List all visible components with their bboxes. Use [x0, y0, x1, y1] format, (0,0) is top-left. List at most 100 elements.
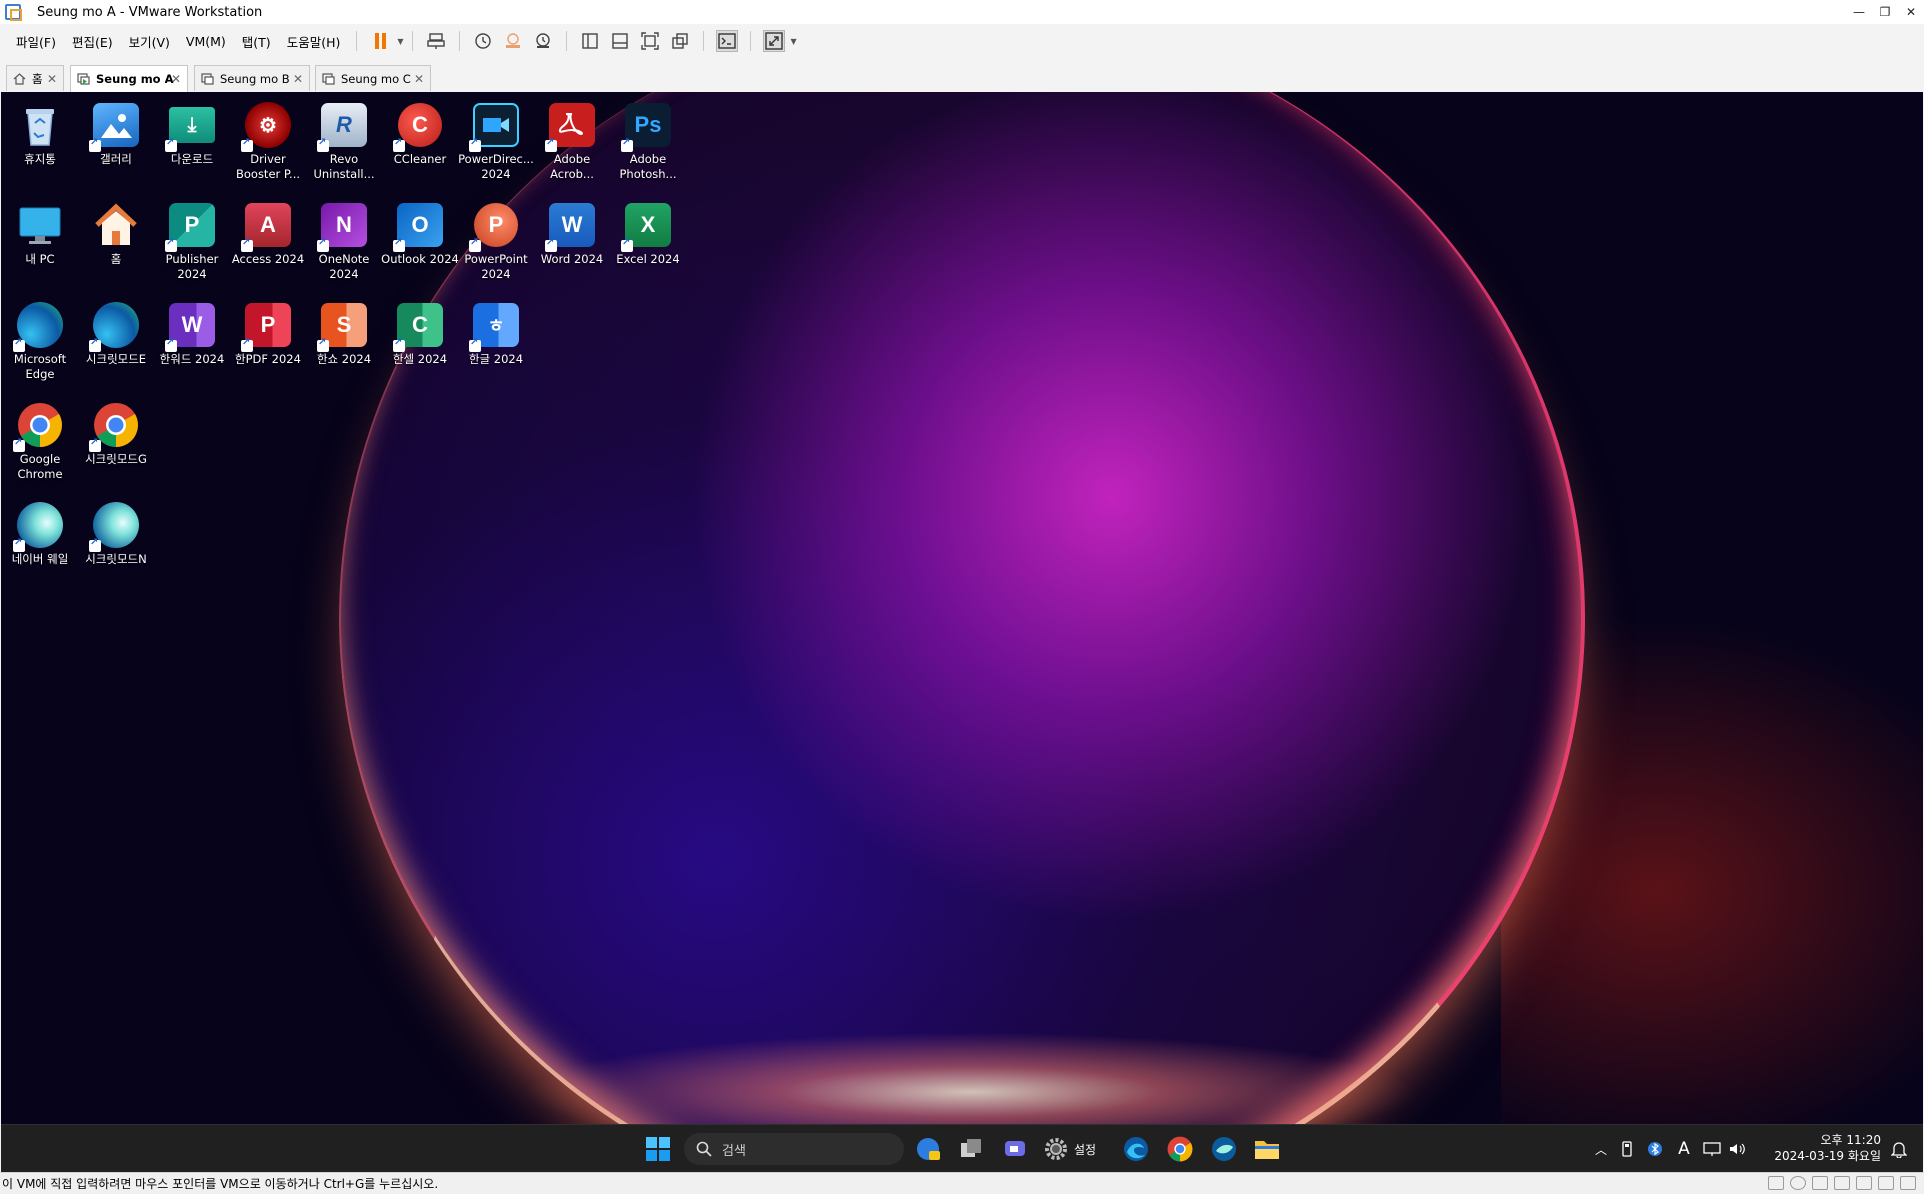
desktop-icon-hanpdf[interactable]: P 한PDF 2024 — [230, 300, 306, 367]
show-library-button[interactable] — [579, 30, 601, 52]
network-adapter-icon[interactable] — [1812, 1176, 1828, 1190]
hard-disk-icon[interactable] — [1768, 1176, 1784, 1190]
vm-guest-display[interactable]: 휴지통 갤러리 ⤓ 다운로드 ⚙ Driver Booster P... R R… — [1, 92, 1923, 1124]
taskbar-whale-button[interactable] — [1208, 1133, 1240, 1165]
menu-view[interactable]: 보기(V) — [129, 32, 170, 51]
menu-edit[interactable]: 편집(E) — [72, 32, 113, 51]
desktop-icon-revo-uninstaller[interactable]: R Revo Uninstall... — [306, 100, 382, 182]
unity-button[interactable] — [669, 30, 691, 52]
tab-home[interactable]: 홈 ✕ — [6, 65, 64, 91]
tab-close-icon[interactable]: ✕ — [414, 72, 424, 86]
start-button[interactable] — [642, 1133, 674, 1165]
desktop-icon-label: 갤러리 — [100, 152, 132, 166]
desktop-icon-outlook[interactable]: O Outlook 2024 — [381, 200, 459, 267]
taskbar-chrome-button[interactable] — [1164, 1133, 1196, 1165]
display-icon[interactable] — [1878, 1176, 1894, 1190]
desktop-icon-naver-whale[interactable]: 네이버 웨일 — [2, 500, 78, 567]
close-button[interactable]: ✕ — [1898, 0, 1924, 24]
desktop-icon-powerpoint[interactable]: P PowerPoint 2024 — [458, 200, 534, 282]
desktop-icon-home[interactable]: 홈 — [78, 200, 154, 267]
desktop-icon-this-pc[interactable]: 내 PC — [2, 200, 78, 267]
desktop-icon-adobe-acrobat[interactable]: Adobe Acrob... — [534, 100, 610, 182]
desktop-icon-ccleaner[interactable]: C CCleaner — [382, 100, 458, 167]
menu-vm[interactable]: VM(M) — [186, 34, 226, 49]
stretch-dropdown-icon[interactable]: ▼ — [791, 37, 797, 46]
suspend-dropdown-icon[interactable]: ▼ — [397, 37, 403, 46]
tab-close-icon[interactable]: ✕ — [47, 72, 57, 86]
desktop-icon-label: PowerPoint 2024 — [464, 252, 528, 281]
title-bar: Seung mo A - VMware Workstation — ❐ ✕ — [0, 0, 1924, 24]
menu-toolbar: 파일(F) 편집(E) 보기(V) VM(M) 탭(T) 도움말(H) ▼ ▼ — [0, 24, 1924, 58]
desktop-icon-publisher[interactable]: P Publisher 2024 — [154, 200, 230, 282]
message-log-icon[interactable] — [1900, 1176, 1916, 1190]
task-view-button[interactable] — [955, 1133, 987, 1165]
desktop-icon-word[interactable]: W Word 2024 — [534, 200, 610, 267]
window-controls: — ❐ ✕ — [1846, 0, 1924, 24]
desktop-icon-recycle-bin[interactable]: 휴지통 — [2, 100, 78, 167]
console-view-button[interactable] — [715, 30, 738, 52]
sound-card-icon[interactable] — [1856, 1176, 1872, 1190]
desktop-icon-hangul[interactable]: ㅎ 한글 2024 — [458, 300, 534, 367]
snapshot-manager-button[interactable] — [532, 30, 554, 52]
desktop-icon-label: PowerDirec... 2024 — [458, 152, 534, 181]
send-ctrl-alt-del-button[interactable] — [425, 30, 447, 52]
notification-bell-button[interactable] — [1883, 1133, 1915, 1165]
hanshow-icon: S — [317, 300, 369, 352]
ime-indicator[interactable]: A — [1669, 1139, 1699, 1159]
tab-close-icon[interactable]: ✕ — [171, 72, 181, 86]
desktop-icon-hanword[interactable]: W 한워드 2024 — [154, 300, 230, 367]
teams-chat-button[interactable] — [999, 1133, 1031, 1165]
volume-icon[interactable] — [1725, 1141, 1749, 1157]
show-hidden-icons-chevron-up-icon[interactable]: ︿ — [1589, 1141, 1613, 1158]
desktop-icon-hancell[interactable]: C 한셀 2024 — [382, 300, 458, 367]
thumbnail-bar-button[interactable] — [609, 30, 631, 52]
usb-device-icon[interactable] — [1613, 1141, 1641, 1157]
taskbar-clock[interactable]: 오후 11:20 2024-03-19 화요일 — [1774, 1132, 1881, 1164]
desktop-icon-access[interactable]: A Access 2024 — [230, 200, 306, 267]
revert-snapshot-button[interactable] — [502, 30, 524, 52]
full-screen-button[interactable] — [639, 30, 661, 52]
revert-snapshot-icon — [505, 33, 520, 48]
pause-icon — [374, 33, 386, 49]
cd-dvd-icon[interactable] — [1790, 1176, 1806, 1190]
vm-icon — [201, 72, 214, 85]
desktop-icon-secret-mode-chrome[interactable]: 시크릿모드G — [78, 400, 154, 467]
stretch-guest-button[interactable] — [762, 30, 785, 52]
suspend-button[interactable] — [369, 30, 391, 52]
menu-file[interactable]: 파일(F) — [16, 32, 56, 51]
tab-seung-mo-b[interactable]: Seung mo B ✕ — [194, 65, 310, 91]
taskbar-copilot-button[interactable] — [912, 1133, 944, 1165]
menu-help[interactable]: 도움말(H) — [287, 32, 341, 51]
desktop-icon-hanshow[interactable]: S 한쇼 2024 — [306, 300, 382, 367]
taskbar-file-explorer-button[interactable] — [1251, 1133, 1283, 1165]
taskbar-settings-button[interactable]: 설정 — [1044, 1133, 1112, 1165]
usb-controller-icon[interactable] — [1834, 1176, 1850, 1190]
sidebar-layout-icon — [581, 33, 598, 49]
folder-icon — [1255, 1141, 1279, 1159]
desktop-icon-excel[interactable]: X Excel 2024 — [610, 200, 686, 267]
desktop-icon-onenote[interactable]: N OneNote 2024 — [306, 200, 382, 282]
network-icon[interactable] — [1699, 1141, 1725, 1157]
tab-seung-mo-a[interactable]: Seung mo A ✕ — [70, 65, 188, 92]
taskbar-search-box[interactable]: 검색 — [684, 1133, 904, 1165]
bluetooth-icon[interactable] — [1641, 1141, 1669, 1157]
home-folder-icon — [91, 200, 141, 250]
desktop-icon-google-chrome[interactable]: Google Chrome — [2, 400, 78, 482]
desktop-icon-secret-mode-edge[interactable]: 시크릿모드E — [78, 300, 154, 367]
desktop-icon-downloads[interactable]: ⤓ 다운로드 — [154, 100, 230, 167]
snapshot-button[interactable] — [472, 30, 494, 52]
desktop-icon-gallery[interactable]: 갤러리 — [78, 100, 154, 167]
tab-close-icon[interactable]: ✕ — [293, 72, 303, 86]
menu-tabs[interactable]: 탭(T) — [242, 32, 271, 51]
desktop-icon-driver-booster[interactable]: ⚙ Driver Booster P... — [230, 100, 306, 182]
desktop-icon-adobe-photoshop[interactable]: Ps Adobe Photosh... — [610, 100, 686, 182]
hancell-icon: C — [393, 300, 445, 352]
minimize-button[interactable]: — — [1846, 0, 1872, 24]
desktop-icon-microsoft-edge[interactable]: Microsoft Edge — [2, 300, 78, 382]
desktop-icon-secret-mode-whale[interactable]: 시크릿모드N — [78, 500, 154, 567]
device-status-icons — [1768, 1176, 1916, 1190]
maximize-button[interactable]: ❐ — [1872, 0, 1898, 24]
tab-seung-mo-c[interactable]: Seung mo C ✕ — [315, 65, 431, 91]
desktop-icon-powerdirector[interactable]: PowerDirec... 2024 — [458, 100, 534, 182]
taskbar-edge-button[interactable] — [1120, 1133, 1152, 1165]
